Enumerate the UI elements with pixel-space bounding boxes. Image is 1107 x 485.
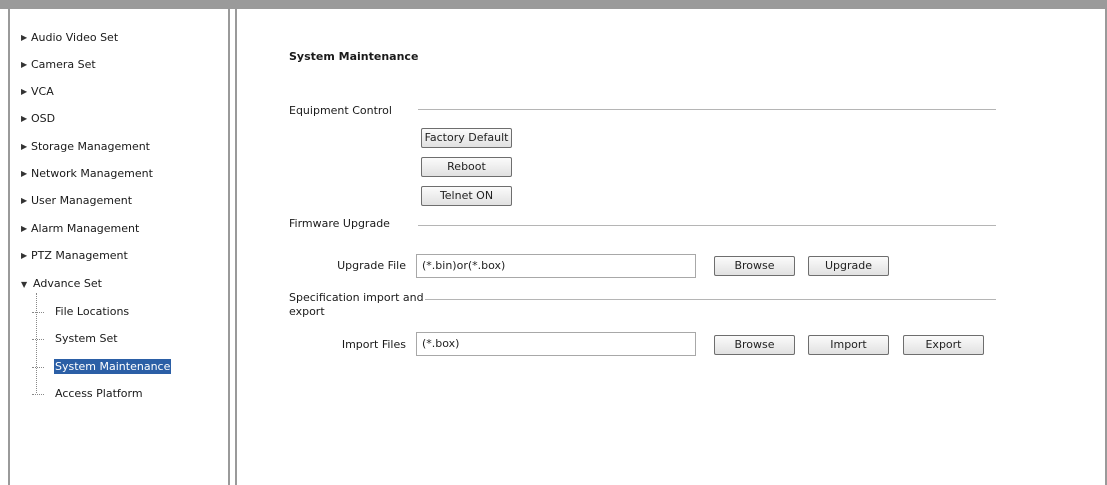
sidebar-item-access-platform[interactable]: Access Platform <box>32 384 144 404</box>
import-button[interactable]: Import <box>808 335 889 355</box>
sidebar-item-alarm-management[interactable]: ▶ Alarm Management <box>21 219 139 239</box>
sidebar-item-file-locations[interactable]: File Locations <box>32 302 130 322</box>
sidebar-item-system-maintenance[interactable]: System Maintenance <box>32 357 172 377</box>
expand-arrow-icon: ▶ <box>21 60 28 69</box>
spec-import-export-label: Specification import and export <box>289 291 424 318</box>
sidebar-item-audio-video-set[interactable]: ▶ Audio Video Set <box>21 28 118 48</box>
import-files-field[interactable]: (*.box) <box>416 332 696 356</box>
content-panel <box>235 9 1107 485</box>
upgrade-browse-button[interactable]: Browse <box>714 256 795 276</box>
page-title: System Maintenance <box>289 50 419 63</box>
sidebar-item-system-set[interactable]: System Set <box>32 329 119 349</box>
sidebar-item-camera-set[interactable]: ▶ Camera Set <box>21 55 96 75</box>
collapse-arrow-icon: ▼ <box>21 280 28 289</box>
import-browse-button[interactable]: Browse <box>714 335 795 355</box>
section-divider <box>418 109 996 110</box>
reboot-button[interactable]: Reboot <box>421 157 512 177</box>
sidebar-item-user-management[interactable]: ▶ User Management <box>21 191 132 211</box>
upgrade-file-field[interactable]: (*.bin)or(*.box) <box>416 254 696 278</box>
sidebar-item-network-management[interactable]: ▶ Network Management <box>21 164 153 184</box>
sidebar-item-vca[interactable]: ▶ VCA <box>21 82 54 102</box>
expand-arrow-icon: ▶ <box>21 142 28 151</box>
expand-arrow-icon: ▶ <box>21 196 28 205</box>
expand-arrow-icon: ▶ <box>21 224 28 233</box>
sidebar-item-storage-management[interactable]: ▶ Storage Management <box>21 137 150 157</box>
sidebar-item-advance-set[interactable]: ▼ Advance Set <box>21 274 102 294</box>
top-border <box>0 0 1107 9</box>
firmware-upgrade-label: Firmware Upgrade <box>289 217 390 230</box>
sidebar-item-ptz-management[interactable]: ▶ PTZ Management <box>21 246 128 266</box>
expand-arrow-icon: ▶ <box>21 87 28 96</box>
section-divider <box>418 225 996 226</box>
import-files-label: Import Files <box>341 338 406 351</box>
factory-default-button[interactable]: Factory Default <box>421 128 512 148</box>
expand-arrow-icon: ▶ <box>21 114 28 123</box>
upgrade-file-label: Upgrade File <box>337 259 406 272</box>
expand-arrow-icon: ▶ <box>21 169 28 178</box>
section-divider <box>425 299 996 300</box>
equipment-control-label: Equipment Control <box>289 104 392 117</box>
expand-arrow-icon: ▶ <box>21 251 28 260</box>
export-button[interactable]: Export <box>903 335 984 355</box>
telnet-on-button[interactable]: Telnet ON <box>421 186 512 206</box>
upgrade-button[interactable]: Upgrade <box>808 256 889 276</box>
sidebar-item-osd[interactable]: ▶ OSD <box>21 109 55 129</box>
expand-arrow-icon: ▶ <box>21 33 28 42</box>
